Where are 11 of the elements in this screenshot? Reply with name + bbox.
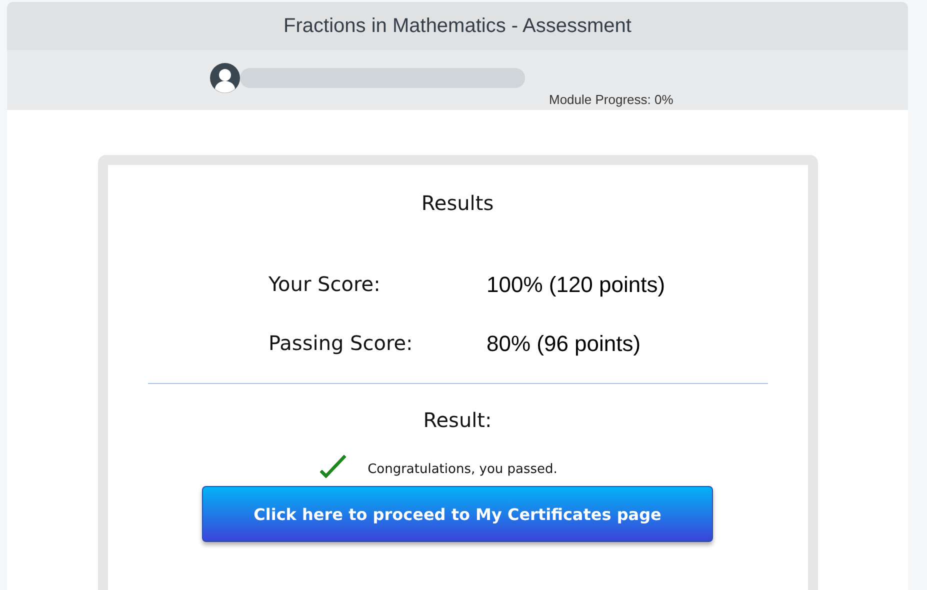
score-value: 80% (96 points) bbox=[486, 331, 642, 357]
progress-label: Module Progress: 0% bbox=[549, 92, 674, 107]
result-heading: Result: bbox=[423, 408, 492, 432]
results-title: Results bbox=[421, 191, 494, 215]
score-label: Passing Score: bbox=[268, 331, 414, 357]
certificates-button[interactable]: Click here to proceed to My Certificates page bbox=[202, 486, 713, 542]
score-label: Your Score: bbox=[268, 272, 382, 298]
user-avatar-icon bbox=[210, 63, 240, 93]
page-title: Fractions in Mathematics - Assessment bbox=[284, 14, 632, 38]
result-message: Congratulations, you passed. bbox=[368, 462, 558, 476]
score-value: 100% (120 points) bbox=[486, 272, 666, 298]
